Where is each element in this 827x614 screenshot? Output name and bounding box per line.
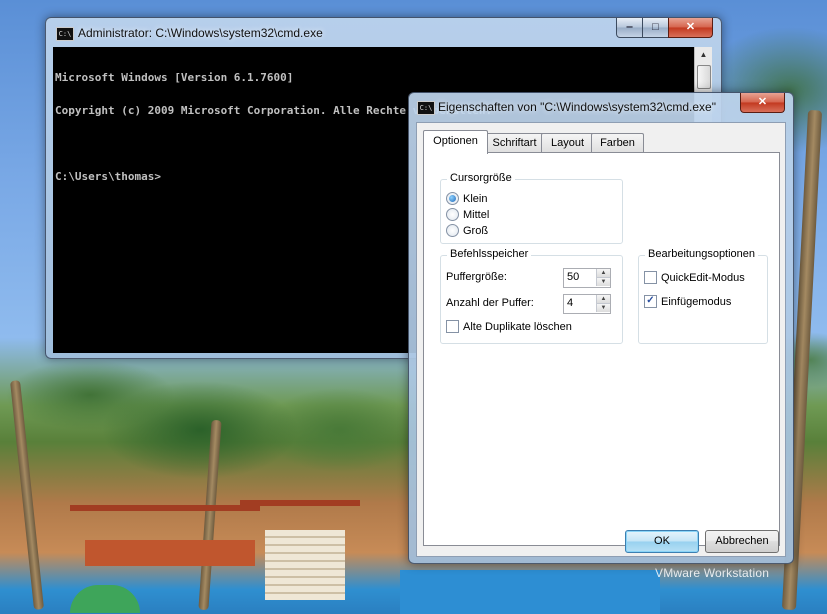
dialog-title: Eigenschaften von "C:\Windows\system32\c… bbox=[438, 100, 716, 114]
vmware-watermark: VMware Workstation bbox=[655, 566, 770, 580]
checkbox-label: Einfügemodus bbox=[661, 296, 732, 308]
buffer-count-value[interactable]: 4 bbox=[567, 297, 573, 309]
console-line: Microsoft Windows [Version 6.1.7600] bbox=[55, 71, 294, 84]
palm-trunk bbox=[198, 419, 222, 611]
tab-schriftart[interactable]: Schriftart bbox=[485, 133, 544, 153]
options-tab-page: Cursorgröße Klein Mittel Groß Befehlsspe… bbox=[423, 152, 780, 546]
group-title: Cursorgröße bbox=[447, 172, 515, 184]
edit-options-group: Bearbeitungsoptionen QuickEdit-Modus ✓ Ei… bbox=[638, 248, 768, 344]
command-buffer-group: Befehlsspeicher Puffergröße: 50 ▲ ▼ Anza… bbox=[440, 248, 623, 344]
checkbox-label: QuickEdit-Modus bbox=[661, 272, 745, 284]
buffer-count-spinner[interactable]: 4 ▲ ▼ bbox=[563, 294, 611, 314]
tab-layout[interactable]: Layout bbox=[541, 133, 594, 153]
palm-trunk bbox=[10, 380, 44, 610]
radio-label: Klein bbox=[463, 193, 488, 205]
buffer-size-spinner[interactable]: 50 ▲ ▼ bbox=[563, 268, 611, 288]
cmd-titlebar[interactable]: C:\ Administrator: C:\Windows\system32\c… bbox=[46, 18, 721, 48]
spin-down-icon[interactable]: ▼ bbox=[596, 278, 610, 286]
console-icon: C:\ bbox=[56, 27, 74, 41]
discard-duplicates-checkbox[interactable]: Alte Duplikate löschen bbox=[446, 319, 572, 334]
radio-icon[interactable] bbox=[446, 223, 459, 237]
checkbox-icon[interactable] bbox=[446, 319, 459, 333]
buffer-size-value[interactable]: 50 bbox=[567, 271, 579, 283]
tab-optionen[interactable]: Optionen bbox=[423, 130, 488, 154]
buffer-count-label: Anzahl der Puffer: bbox=[446, 297, 534, 309]
radio-label: Groß bbox=[463, 225, 489, 237]
maximize-button[interactable]: □ bbox=[642, 18, 669, 38]
dialog-close-button[interactable]: ✕ bbox=[740, 93, 785, 113]
bridge-rail bbox=[85, 540, 255, 566]
stairs bbox=[265, 530, 345, 600]
radio-gross[interactable]: Groß bbox=[446, 223, 489, 238]
group-title: Befehlsspeicher bbox=[447, 248, 532, 260]
dialog-client-area: Optionen Schriftart Layout Farben Cursor… bbox=[416, 122, 786, 557]
scroll-up-icon[interactable]: ▲ bbox=[695, 47, 712, 63]
cursor-size-group: Cursorgröße Klein Mittel Groß bbox=[440, 172, 623, 244]
radio-label: Mittel bbox=[463, 209, 490, 221]
checkbox-icon[interactable] bbox=[644, 270, 657, 284]
radio-mittel[interactable]: Mittel bbox=[446, 207, 490, 222]
bridge-rail bbox=[240, 500, 360, 506]
tab-farben[interactable]: Farben bbox=[591, 133, 644, 153]
spin-up-icon[interactable]: ▲ bbox=[596, 269, 610, 278]
float-ring bbox=[70, 585, 140, 613]
spin-up-icon[interactable]: ▲ bbox=[596, 295, 610, 304]
scrollbar-thumb[interactable] bbox=[697, 65, 711, 89]
quickedit-checkbox[interactable]: QuickEdit-Modus bbox=[644, 270, 745, 285]
radio-icon[interactable] bbox=[446, 207, 459, 221]
group-title: Bearbeitungsoptionen bbox=[645, 248, 759, 260]
cmd-title: Administrator: C:\Windows\system32\cmd.e… bbox=[78, 26, 323, 40]
checkbox-checked-icon[interactable]: ✓ bbox=[644, 294, 657, 308]
dialog-titlebar[interactable]: C:\ Eigenschaften von "C:\Windows\system… bbox=[409, 93, 793, 123]
minimize-button[interactable]: ‒ bbox=[616, 18, 643, 38]
radio-klein[interactable]: Klein bbox=[446, 191, 488, 206]
close-button[interactable]: ✕ bbox=[668, 18, 713, 38]
radio-selected-icon[interactable] bbox=[446, 191, 459, 205]
ok-button[interactable]: OK bbox=[625, 530, 699, 553]
console-icon: C:\ bbox=[417, 101, 435, 115]
properties-dialog[interactable]: C:\ Eigenschaften von "C:\Windows\system… bbox=[408, 92, 794, 564]
insert-mode-checkbox[interactable]: ✓ Einfügemodus bbox=[644, 294, 732, 309]
pool bbox=[400, 570, 660, 614]
buffer-size-label: Puffergröße: bbox=[446, 271, 507, 283]
spin-down-icon[interactable]: ▼ bbox=[596, 304, 610, 312]
bridge-rail bbox=[70, 505, 260, 511]
checkbox-label: Alte Duplikate löschen bbox=[463, 321, 572, 333]
cancel-button[interactable]: Abbrechen bbox=[705, 530, 779, 553]
